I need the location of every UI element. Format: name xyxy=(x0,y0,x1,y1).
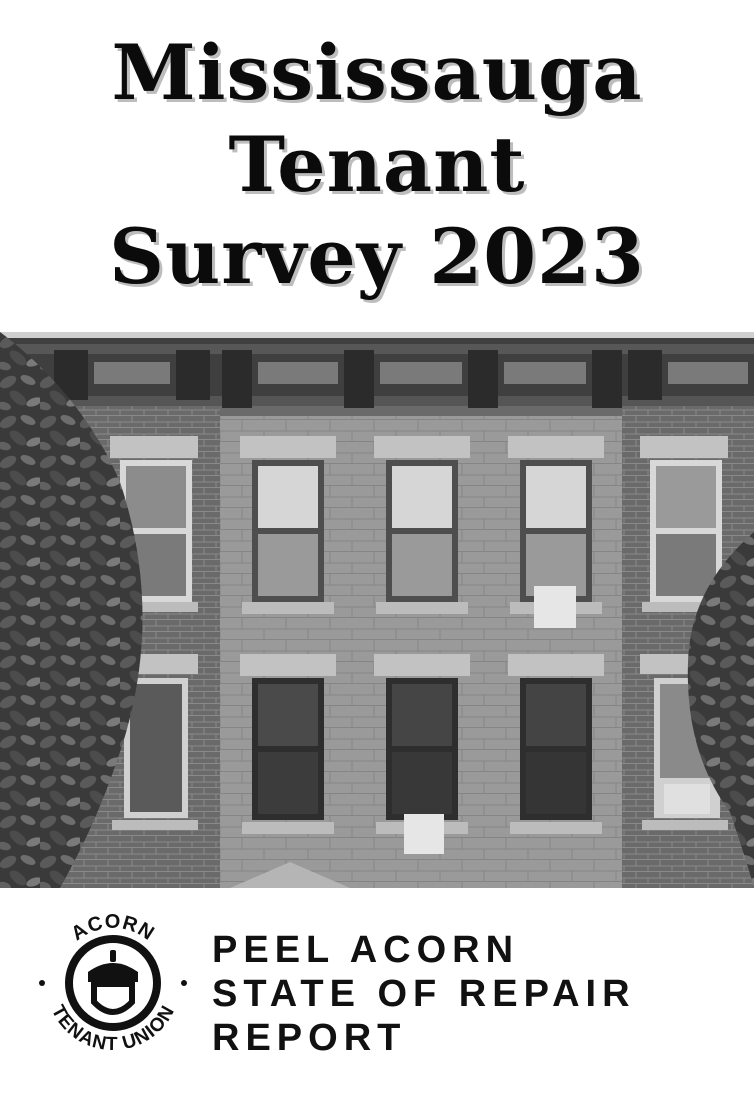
report-title: PEEL ACORN STATE OF REPAIR REPORT xyxy=(212,928,636,1060)
report-line-1: PEEL ACORN xyxy=(212,929,520,971)
report-line-3: REPORT xyxy=(212,1017,407,1059)
title-line-3: Survey 2023 xyxy=(109,212,645,301)
building-photo xyxy=(0,332,754,888)
cover-title: Mississauga Tenant Survey 2023 xyxy=(0,0,754,330)
title-line-2: Tenant xyxy=(228,120,526,209)
townhouse-illustration xyxy=(0,332,754,888)
acorn-logo: ACORN TENANT UNION xyxy=(39,911,187,1055)
title-line-1: Mississauga xyxy=(111,28,643,117)
report-line-2: STATE OF REPAIR xyxy=(212,973,636,1015)
